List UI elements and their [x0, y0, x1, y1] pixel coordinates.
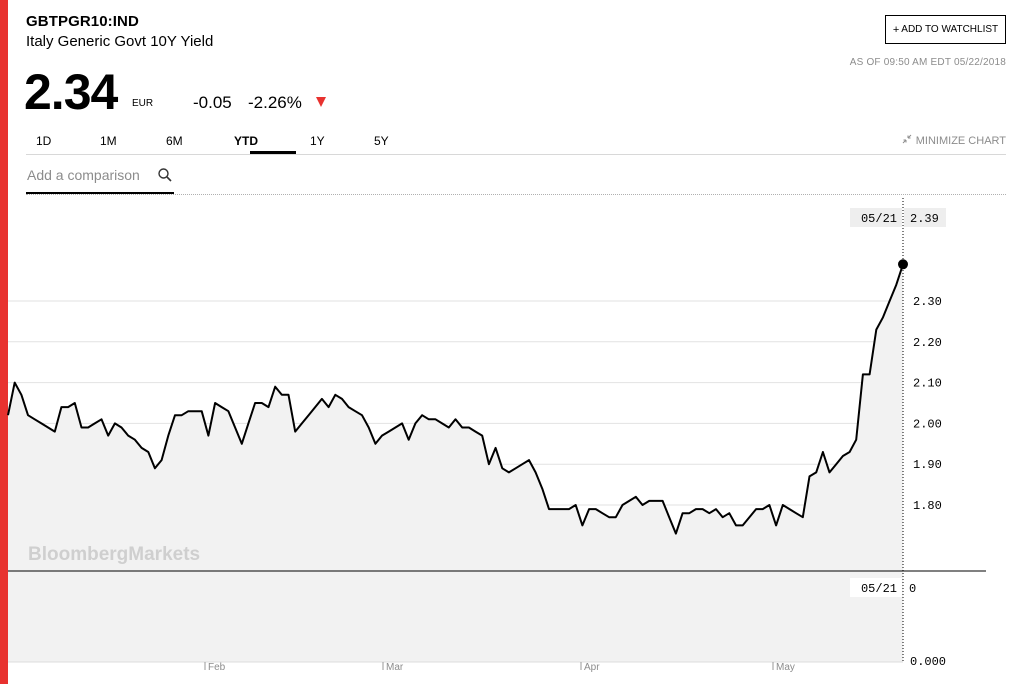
x-tick-label: Apr	[584, 662, 600, 673]
x-axis-labels: Feb Mar Apr May	[204, 662, 795, 673]
watermark-logo: BloombergMarkets	[28, 544, 200, 565]
y-tick-label: 1.90	[913, 458, 942, 472]
y-tick-label: 2.20	[913, 336, 942, 350]
y-tick-label: 2.30	[913, 295, 942, 309]
area-fill	[8, 264, 903, 571]
volume-value: 0	[909, 582, 916, 596]
volume-axis-label: 0.000	[910, 655, 946, 669]
x-tick-label: Feb	[208, 662, 226, 673]
last-value-marker	[898, 259, 908, 270]
y-tick-label: 2.00	[913, 417, 942, 431]
crosshair-value: 2.39	[910, 212, 939, 226]
volume-date: 05/21	[861, 582, 897, 596]
x-tick-label: May	[776, 662, 795, 673]
crosshair-date: 05/21	[861, 212, 897, 226]
y-tick-label: 1.80	[913, 499, 942, 513]
y-axis-labels: 1.80 1.90 2.00 2.10 2.20 2.30	[913, 295, 942, 513]
y-tick-label: 2.10	[913, 377, 942, 391]
yield-chart: BloombergMarkets Feb Mar Apr May 1.80 1.90 2.…	[7, 198, 986, 673]
x-tick-label: Mar	[386, 662, 404, 673]
volume-panel	[8, 571, 903, 662]
